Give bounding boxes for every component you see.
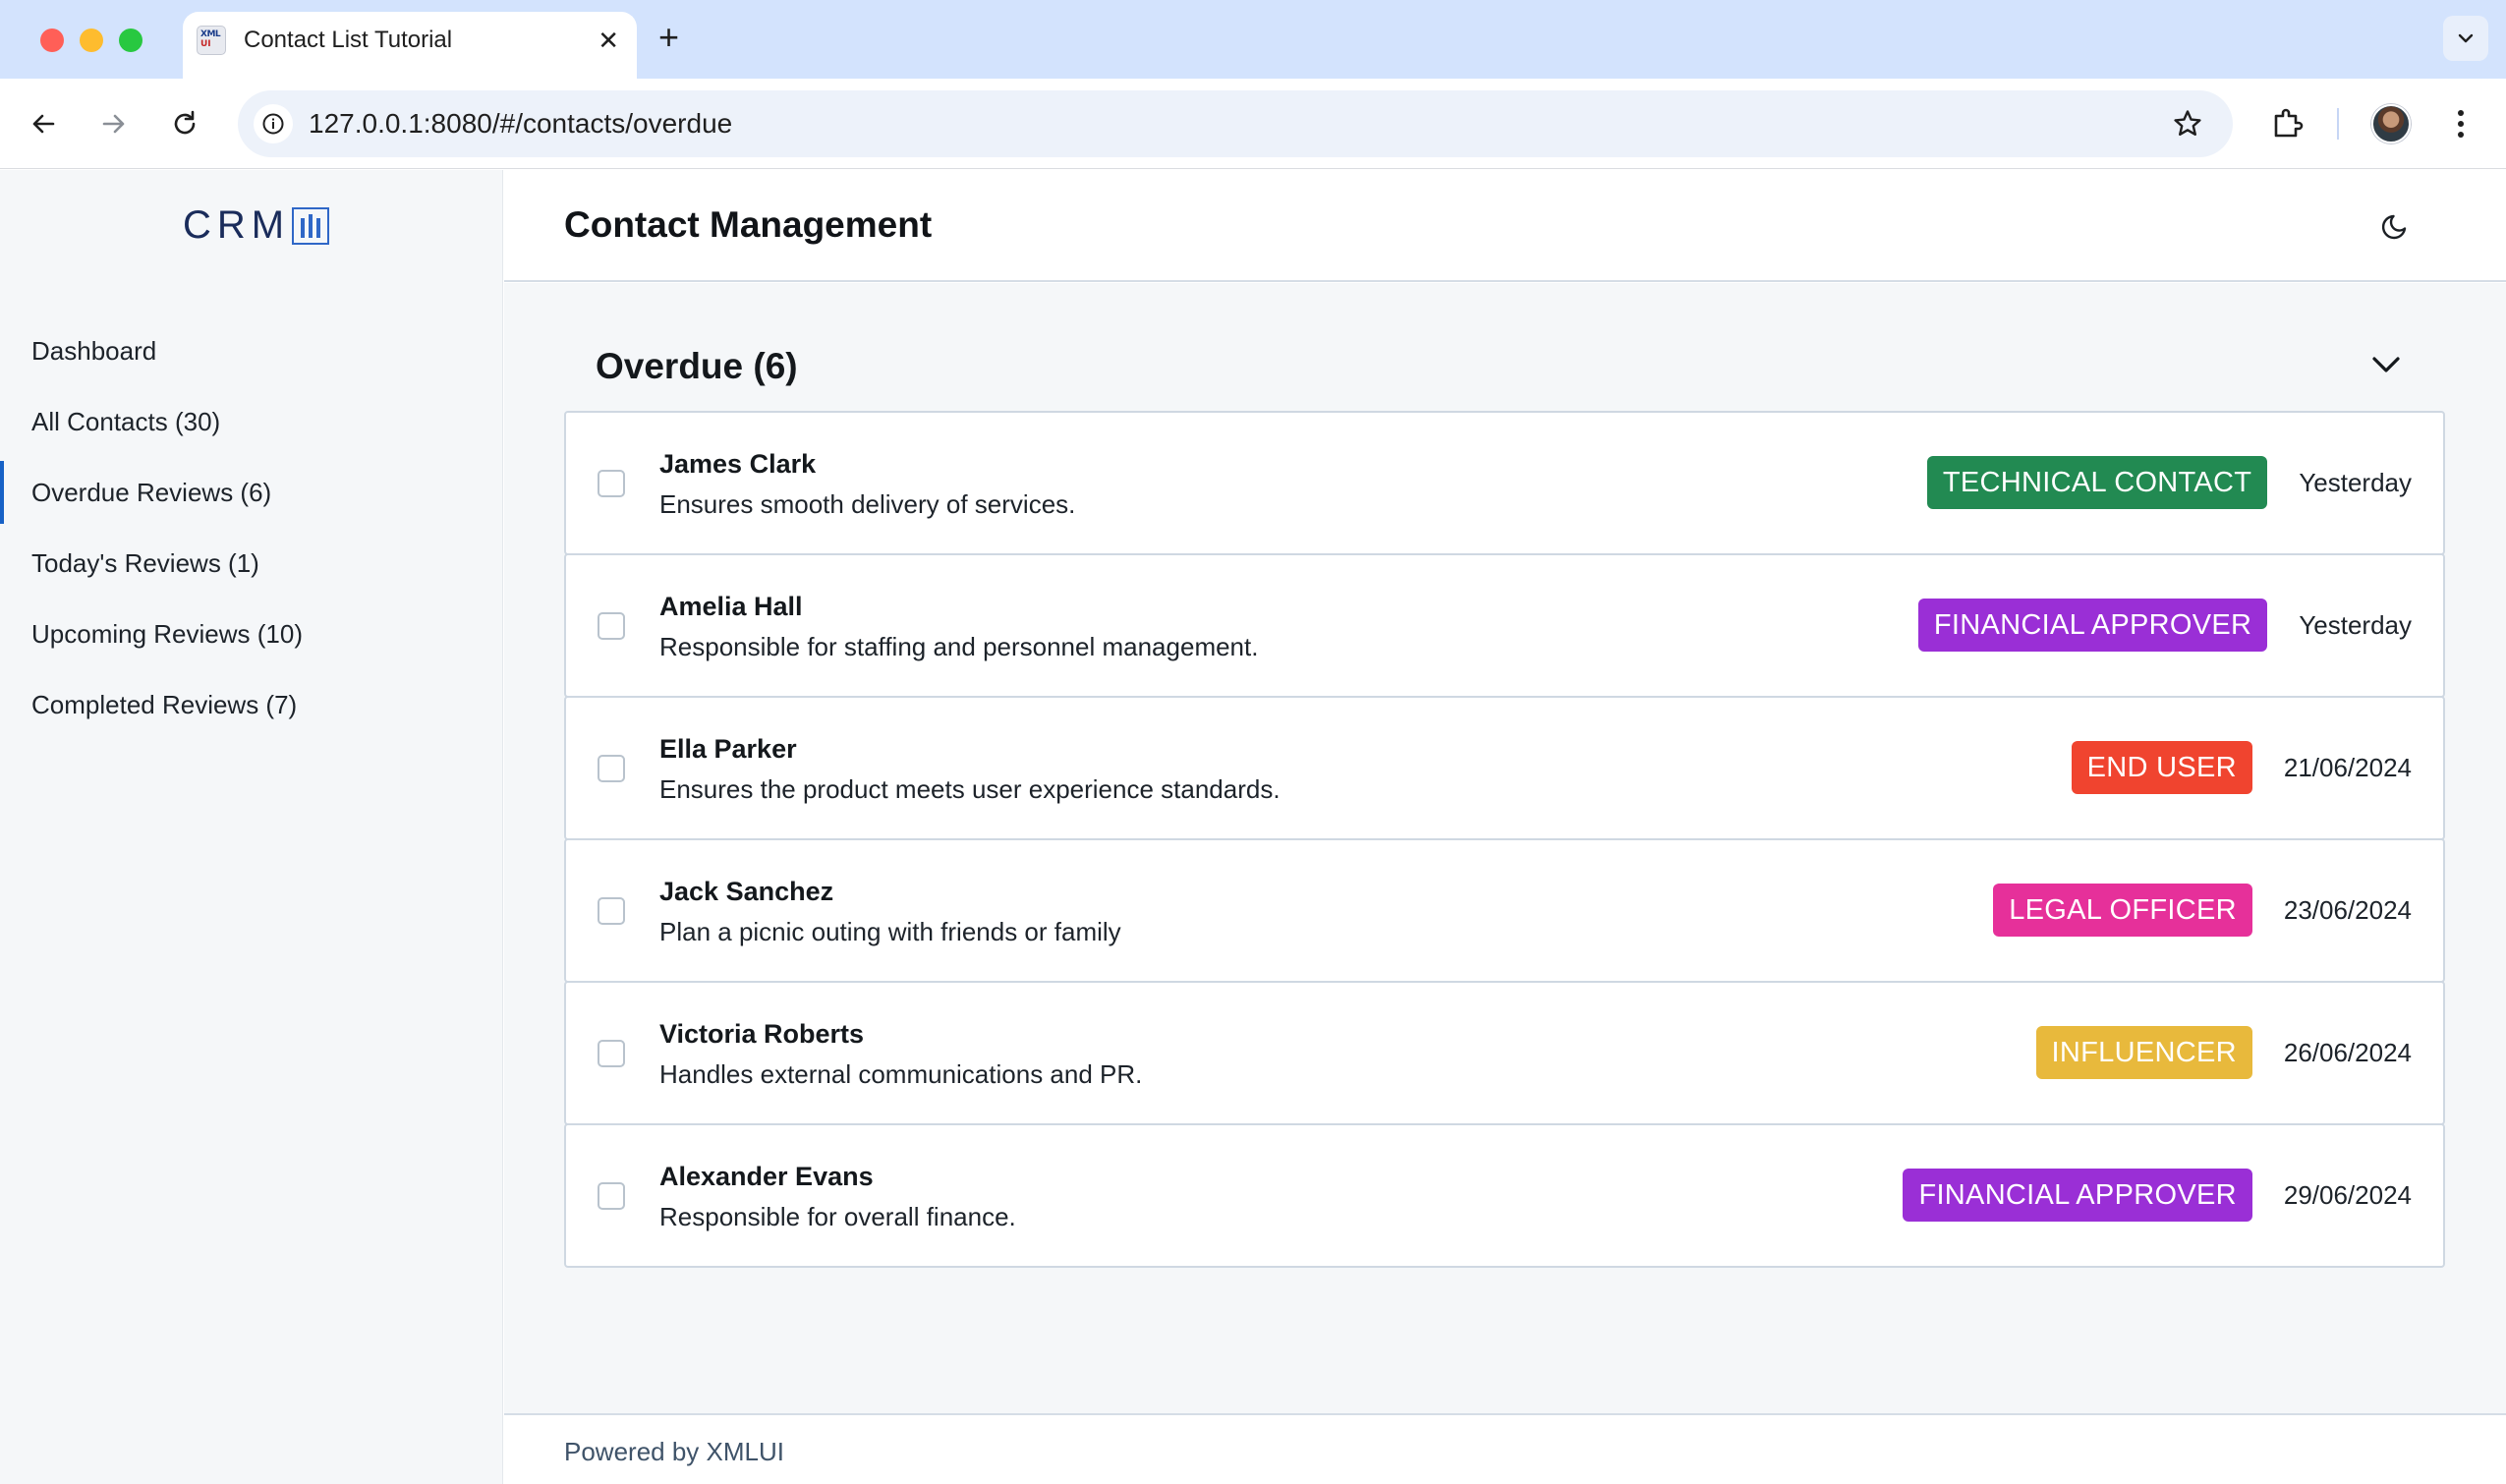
review-date: 21/06/2024 xyxy=(2283,752,2412,782)
contact-name: James Clark xyxy=(659,449,817,479)
kebab-menu-icon[interactable] xyxy=(2453,106,2469,142)
main-content: Overdue (6) James Clark Ensures smooth d… xyxy=(504,283,2506,1413)
moon-icon[interactable] xyxy=(2378,207,2414,243)
role-badge: TECHNICAL CONTACT xyxy=(1926,456,2268,509)
bar-chart-logo-icon xyxy=(292,206,330,245)
browser-toolbar: 127.0.0.1:8080/#/contacts/overdue xyxy=(0,79,2506,169)
contact-name: Alexander Evans xyxy=(659,1162,874,1191)
profile-avatar[interactable] xyxy=(2371,104,2411,143)
site-info-button[interactable] xyxy=(254,104,293,143)
contact-row[interactable]: Alexander Evans Responsible for overall … xyxy=(564,1123,2445,1268)
sidebar-item-upcoming-reviews[interactable]: Upcoming Reviews (10) xyxy=(0,599,503,669)
back-arrow-icon[interactable] xyxy=(28,108,59,140)
new-tab-icon[interactable]: + xyxy=(658,20,679,55)
contact-row[interactable]: James Clark Ensures smooth delivery of s… xyxy=(564,411,2445,555)
contact-description: Responsible for staffing and personnel m… xyxy=(659,632,1259,661)
sidebar: CRM Dashboard All Contacts (30) Overdue … xyxy=(0,170,503,1484)
toolbar-divider xyxy=(2337,108,2339,140)
contact-row[interactable]: Jack Sanchez Plan a picnic outing with f… xyxy=(564,838,2445,983)
sidebar-nav: Dashboard All Contacts (30) Overdue Revi… xyxy=(0,315,503,740)
contact-row[interactable]: Amelia Hall Responsible for staffing and… xyxy=(564,553,2445,698)
app-footer: Powered by XMLUI xyxy=(504,1413,2506,1484)
contact-list: James Clark Ensures smooth delivery of s… xyxy=(564,411,2445,1268)
contact-row[interactable]: Victoria Roberts Handles external commun… xyxy=(564,981,2445,1125)
contact-name: Amelia Hall xyxy=(659,592,803,621)
contact-row[interactable]: Ella Parker Ensures the product meets us… xyxy=(564,696,2445,840)
contact-description: Responsible for overall finance. xyxy=(659,1202,1016,1231)
role-badge: INFLUENCER xyxy=(2035,1026,2252,1079)
xmlui-favicon-icon: XML UI xyxy=(197,26,226,55)
row-checkbox[interactable] xyxy=(598,897,625,925)
browser-tab-strip: XML UI Contact List Tutorial ✕ + xyxy=(0,0,2506,79)
review-date: Yesterday xyxy=(2299,467,2412,497)
row-checkbox[interactable] xyxy=(598,470,625,497)
address-bar[interactable]: 127.0.0.1:8080/#/contacts/overdue xyxy=(238,90,2233,157)
tab-close-icon[interactable]: ✕ xyxy=(598,26,619,55)
contact-description: Ensures smooth delivery of services. xyxy=(659,489,1076,519)
info-icon xyxy=(262,113,284,135)
extensions-puzzle-icon[interactable] xyxy=(2270,106,2306,142)
review-date: 23/06/2024 xyxy=(2283,894,2412,925)
row-checkbox[interactable] xyxy=(598,755,625,782)
review-date: Yesterday xyxy=(2299,609,2412,640)
role-badge: FINANCIAL APPROVER xyxy=(1917,599,2268,652)
favicon-text-top: XML xyxy=(200,29,221,39)
logo-text: CRM xyxy=(183,203,291,247)
chevron-down-icon xyxy=(2458,33,2474,43)
maximize-window-button[interactable] xyxy=(119,29,142,52)
powered-by-text: Powered by XMLUI xyxy=(564,1437,784,1466)
sidebar-item-dashboard[interactable]: Dashboard xyxy=(0,315,503,386)
tab-title: Contact List Tutorial xyxy=(244,27,453,53)
row-checkbox[interactable] xyxy=(598,1040,625,1067)
minimize-window-button[interactable] xyxy=(80,29,103,52)
url-text: 127.0.0.1:8080/#/contacts/overdue xyxy=(309,108,733,139)
page-title: Contact Management xyxy=(564,204,933,245)
row-checkbox[interactable] xyxy=(598,612,625,640)
group-title[interactable]: Overdue (6) xyxy=(596,342,798,391)
role-badge: FINANCIAL APPROVER xyxy=(1903,1169,2252,1222)
reload-icon[interactable] xyxy=(169,108,200,140)
contact-description: Handles external communications and PR. xyxy=(659,1059,1143,1089)
role-badge: END USER xyxy=(2071,741,2252,794)
forward-arrow-icon[interactable] xyxy=(98,108,130,140)
sidebar-item-all-contacts[interactable]: All Contacts (30) xyxy=(0,386,503,457)
browser-tab-active[interactable]: XML UI Contact List Tutorial ✕ xyxy=(183,12,637,79)
role-badge: LEGAL OFFICER xyxy=(1993,884,2252,937)
review-date: 29/06/2024 xyxy=(2283,1179,2412,1210)
favicon-text-bottom: UI xyxy=(200,39,211,49)
contact-name: Jack Sanchez xyxy=(659,877,834,906)
chevron-down-icon[interactable] xyxy=(2369,352,2403,377)
sidebar-item-completed-reviews[interactable]: Completed Reviews (7) xyxy=(0,669,503,740)
app-header: Contact Management xyxy=(504,170,2506,282)
contact-name: Ella Parker xyxy=(659,734,797,764)
sidebar-item-overdue-reviews[interactable]: Overdue Reviews (6) xyxy=(0,457,503,528)
sidebar-item-todays-reviews[interactable]: Today's Reviews (1) xyxy=(0,528,503,599)
tab-search-button[interactable] xyxy=(2443,16,2488,61)
contact-description: Ensures the product meets user experienc… xyxy=(659,774,1281,804)
contact-description: Plan a picnic outing with friends or fam… xyxy=(659,917,1121,946)
bookmark-star-icon[interactable] xyxy=(2172,108,2203,140)
contact-name: Victoria Roberts xyxy=(659,1019,865,1049)
close-window-button[interactable] xyxy=(40,29,64,52)
row-checkbox[interactable] xyxy=(598,1182,625,1210)
crm-logo[interactable]: CRM xyxy=(183,203,330,248)
review-date: 26/06/2024 xyxy=(2283,1037,2412,1067)
